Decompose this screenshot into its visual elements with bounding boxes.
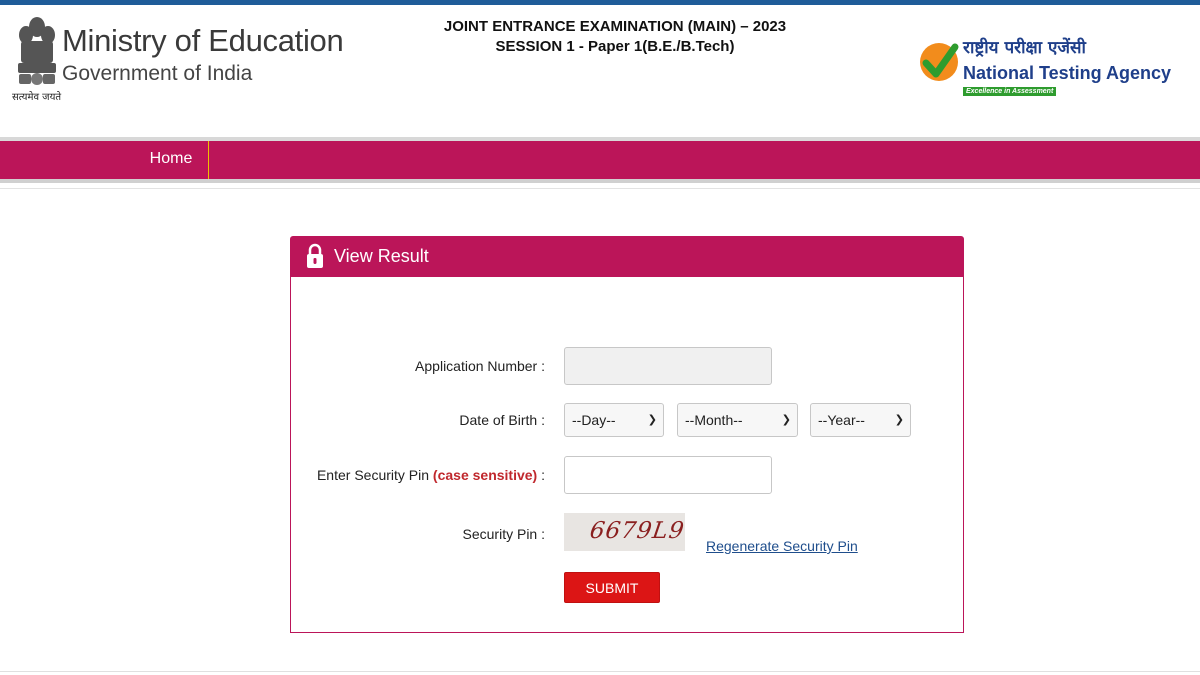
emblem-caption: सत्यमेव जयते xyxy=(12,92,62,103)
nav-divider xyxy=(208,141,209,179)
captcha-text: 6679L9 xyxy=(588,518,685,544)
nav-home-link[interactable]: Home xyxy=(135,141,207,179)
nav-bottom-border xyxy=(0,179,1200,183)
security-pin-label-colon: : xyxy=(541,467,545,483)
application-number-label: Application Number : xyxy=(415,358,545,374)
dob-month-value: --Month-- xyxy=(685,412,743,428)
exam-title-line2: SESSION 1 - Paper 1(B.E./B.Tech) xyxy=(495,38,735,55)
ministry-subtitle: Government of India xyxy=(62,62,253,85)
chevron-down-icon: ❯ xyxy=(894,414,904,426)
security-pin-input[interactable] xyxy=(564,456,772,494)
view-result-panel: View Result Application Number : Date of… xyxy=(290,236,964,634)
regenerate-security-pin-link[interactable]: Regenerate Security Pin xyxy=(706,538,858,554)
nta-english-name: National Testing Agency xyxy=(963,63,1172,83)
ministry-title: Ministry of Education xyxy=(62,23,344,58)
panel-title: View Result xyxy=(334,246,429,266)
security-pin-label-text: Enter Security Pin xyxy=(316,467,430,483)
nta-tagline: Excellence in Assessment xyxy=(963,87,1057,96)
captcha-label: Security Pin : xyxy=(462,526,545,542)
dob-day-select[interactable]: --Day-- ❯ xyxy=(564,403,664,437)
footer-line xyxy=(0,671,1200,672)
dob-year-select[interactable]: --Year-- ❯ xyxy=(810,403,911,437)
captcha-image: 6679L9 xyxy=(564,513,685,551)
panel-header: View Result xyxy=(290,236,964,277)
chevron-down-icon: ❯ xyxy=(781,414,791,426)
security-pin-entry-label: Enter Security Pin (case sensitive) : xyxy=(317,467,545,483)
nav-bottom-line xyxy=(0,188,1200,189)
main-navbar: Home xyxy=(0,141,1200,179)
dob-label: Date of Birth : xyxy=(459,412,545,428)
nta-hindi-name: राष्ट्रीय परीक्षा एजेंसी xyxy=(963,38,1086,58)
panel-body: Application Number : Date of Birth : --D… xyxy=(290,277,964,633)
lock-icon xyxy=(307,243,323,268)
case-sensitive-note: (case sensitive) xyxy=(432,467,538,483)
nta-check-logo-icon xyxy=(920,43,959,81)
dob-day-value: --Day-- xyxy=(572,412,616,428)
dob-year-value: --Year-- xyxy=(818,412,865,428)
dob-month-select[interactable]: --Month-- ❯ xyxy=(677,403,798,437)
chevron-down-icon: ❯ xyxy=(647,414,657,426)
site-header: सत्यमेव जयते Ministry of Education Gover… xyxy=(0,5,1200,138)
submit-button[interactable]: SUBMIT xyxy=(564,572,660,603)
exam-title-line1: JOINT ENTRANCE EXAMINATION (MAIN) – 2023 xyxy=(443,18,787,35)
application-number-input[interactable] xyxy=(564,347,772,385)
exam-title: JOINT ENTRANCE EXAMINATION (MAIN) – 2023… xyxy=(440,17,790,57)
